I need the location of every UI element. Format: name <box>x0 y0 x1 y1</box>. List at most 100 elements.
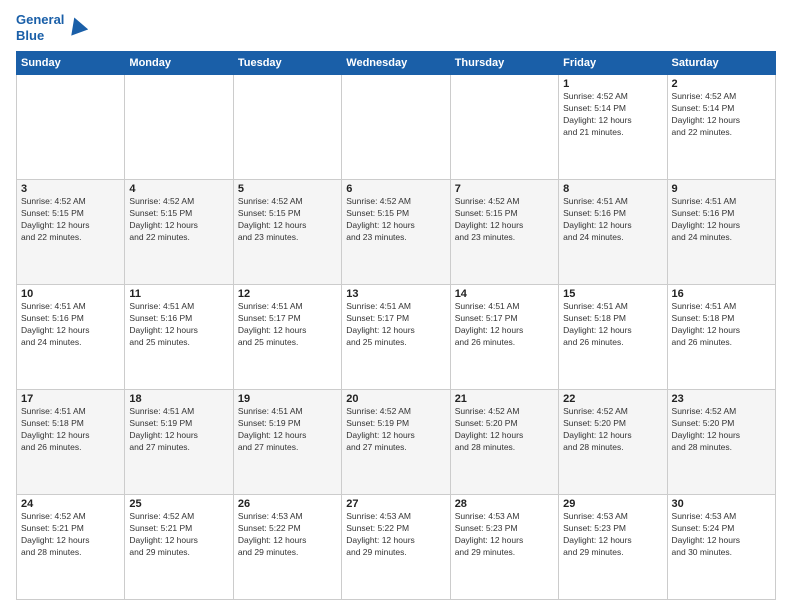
calendar-week-1: 1Sunrise: 4:52 AM Sunset: 5:14 PM Daylig… <box>17 75 776 180</box>
calendar-cell: 4Sunrise: 4:52 AM Sunset: 5:15 PM Daylig… <box>125 180 233 285</box>
weekday-header-row: SundayMondayTuesdayWednesdayThursdayFrid… <box>17 52 776 75</box>
day-info: Sunrise: 4:52 AM Sunset: 5:14 PM Dayligh… <box>672 91 771 139</box>
day-number: 24 <box>21 498 120 510</box>
day-info: Sunrise: 4:53 AM Sunset: 5:22 PM Dayligh… <box>346 511 445 559</box>
weekday-header-friday: Friday <box>559 52 667 75</box>
day-info: Sunrise: 4:51 AM Sunset: 5:18 PM Dayligh… <box>21 406 120 454</box>
calendar-cell: 19Sunrise: 4:51 AM Sunset: 5:19 PM Dayli… <box>233 390 341 495</box>
day-info: Sunrise: 4:51 AM Sunset: 5:17 PM Dayligh… <box>238 301 337 349</box>
day-number: 7 <box>455 183 554 195</box>
calendar-cell: 24Sunrise: 4:52 AM Sunset: 5:21 PM Dayli… <box>17 495 125 600</box>
calendar-table: SundayMondayTuesdayWednesdayThursdayFrid… <box>16 51 776 600</box>
day-number: 2 <box>672 78 771 90</box>
day-info: Sunrise: 4:52 AM Sunset: 5:15 PM Dayligh… <box>129 196 228 244</box>
day-info: Sunrise: 4:51 AM Sunset: 5:18 PM Dayligh… <box>672 301 771 349</box>
calendar-cell: 3Sunrise: 4:52 AM Sunset: 5:15 PM Daylig… <box>17 180 125 285</box>
day-number: 9 <box>672 183 771 195</box>
calendar-cell: 18Sunrise: 4:51 AM Sunset: 5:19 PM Dayli… <box>125 390 233 495</box>
day-number: 22 <box>563 393 662 405</box>
day-info: Sunrise: 4:51 AM Sunset: 5:19 PM Dayligh… <box>238 406 337 454</box>
calendar-cell: 29Sunrise: 4:53 AM Sunset: 5:23 PM Dayli… <box>559 495 667 600</box>
day-number: 6 <box>346 183 445 195</box>
day-info: Sunrise: 4:51 AM Sunset: 5:16 PM Dayligh… <box>21 301 120 349</box>
day-info: Sunrise: 4:52 AM Sunset: 5:15 PM Dayligh… <box>21 196 120 244</box>
day-info: Sunrise: 4:52 AM Sunset: 5:20 PM Dayligh… <box>455 406 554 454</box>
calendar-cell: 26Sunrise: 4:53 AM Sunset: 5:22 PM Dayli… <box>233 495 341 600</box>
calendar-cell: 23Sunrise: 4:52 AM Sunset: 5:20 PM Dayli… <box>667 390 775 495</box>
day-info: Sunrise: 4:53 AM Sunset: 5:22 PM Dayligh… <box>238 511 337 559</box>
day-info: Sunrise: 4:52 AM Sunset: 5:15 PM Dayligh… <box>346 196 445 244</box>
day-info: Sunrise: 4:52 AM Sunset: 5:20 PM Dayligh… <box>672 406 771 454</box>
calendar-cell <box>342 75 450 180</box>
day-number: 12 <box>238 288 337 300</box>
calendar-week-4: 17Sunrise: 4:51 AM Sunset: 5:18 PM Dayli… <box>17 390 776 495</box>
calendar-cell: 13Sunrise: 4:51 AM Sunset: 5:17 PM Dayli… <box>342 285 450 390</box>
day-number: 17 <box>21 393 120 405</box>
calendar-cell: 25Sunrise: 4:52 AM Sunset: 5:21 PM Dayli… <box>125 495 233 600</box>
calendar-cell <box>17 75 125 180</box>
day-number: 30 <box>672 498 771 510</box>
weekday-header-sunday: Sunday <box>17 52 125 75</box>
day-number: 10 <box>21 288 120 300</box>
calendar-cell: 28Sunrise: 4:53 AM Sunset: 5:23 PM Dayli… <box>450 495 558 600</box>
day-number: 4 <box>129 183 228 195</box>
calendar-cell: 1Sunrise: 4:52 AM Sunset: 5:14 PM Daylig… <box>559 75 667 180</box>
day-number: 1 <box>563 78 662 90</box>
day-info: Sunrise: 4:51 AM Sunset: 5:16 PM Dayligh… <box>672 196 771 244</box>
day-info: Sunrise: 4:52 AM Sunset: 5:21 PM Dayligh… <box>129 511 228 559</box>
day-number: 28 <box>455 498 554 510</box>
day-info: Sunrise: 4:51 AM Sunset: 5:18 PM Dayligh… <box>563 301 662 349</box>
calendar-cell: 27Sunrise: 4:53 AM Sunset: 5:22 PM Dayli… <box>342 495 450 600</box>
day-number: 18 <box>129 393 228 405</box>
calendar-cell <box>125 75 233 180</box>
calendar-cell <box>450 75 558 180</box>
calendar-cell: 5Sunrise: 4:52 AM Sunset: 5:15 PM Daylig… <box>233 180 341 285</box>
calendar-week-2: 3Sunrise: 4:52 AM Sunset: 5:15 PM Daylig… <box>17 180 776 285</box>
day-info: Sunrise: 4:53 AM Sunset: 5:23 PM Dayligh… <box>563 511 662 559</box>
day-info: Sunrise: 4:53 AM Sunset: 5:24 PM Dayligh… <box>672 511 771 559</box>
day-info: Sunrise: 4:52 AM Sunset: 5:14 PM Dayligh… <box>563 91 662 139</box>
calendar-week-5: 24Sunrise: 4:52 AM Sunset: 5:21 PM Dayli… <box>17 495 776 600</box>
day-number: 15 <box>563 288 662 300</box>
day-info: Sunrise: 4:51 AM Sunset: 5:16 PM Dayligh… <box>129 301 228 349</box>
calendar-cell: 15Sunrise: 4:51 AM Sunset: 5:18 PM Dayli… <box>559 285 667 390</box>
day-info: Sunrise: 4:52 AM Sunset: 5:20 PM Dayligh… <box>563 406 662 454</box>
weekday-header-monday: Monday <box>125 52 233 75</box>
day-number: 14 <box>455 288 554 300</box>
day-number: 13 <box>346 288 445 300</box>
day-info: Sunrise: 4:52 AM Sunset: 5:21 PM Dayligh… <box>21 511 120 559</box>
calendar-cell: 14Sunrise: 4:51 AM Sunset: 5:17 PM Dayli… <box>450 285 558 390</box>
weekday-header-wednesday: Wednesday <box>342 52 450 75</box>
calendar-cell: 22Sunrise: 4:52 AM Sunset: 5:20 PM Dayli… <box>559 390 667 495</box>
weekday-header-thursday: Thursday <box>450 52 558 75</box>
day-info: Sunrise: 4:52 AM Sunset: 5:19 PM Dayligh… <box>346 406 445 454</box>
calendar-cell: 2Sunrise: 4:52 AM Sunset: 5:14 PM Daylig… <box>667 75 775 180</box>
logo-icon <box>66 15 88 37</box>
logo: General Blue <box>16 12 88 43</box>
header: General Blue <box>16 12 776 43</box>
day-number: 8 <box>563 183 662 195</box>
day-number: 25 <box>129 498 228 510</box>
day-number: 27 <box>346 498 445 510</box>
day-number: 29 <box>563 498 662 510</box>
calendar-cell <box>233 75 341 180</box>
day-info: Sunrise: 4:53 AM Sunset: 5:23 PM Dayligh… <box>455 511 554 559</box>
weekday-header-saturday: Saturday <box>667 52 775 75</box>
logo-text: General Blue <box>16 12 64 43</box>
day-number: 11 <box>129 288 228 300</box>
page: General Blue SundayMondayTuesdayWednesda… <box>0 0 792 612</box>
day-number: 23 <box>672 393 771 405</box>
day-info: Sunrise: 4:52 AM Sunset: 5:15 PM Dayligh… <box>455 196 554 244</box>
calendar-cell: 12Sunrise: 4:51 AM Sunset: 5:17 PM Dayli… <box>233 285 341 390</box>
calendar-cell: 17Sunrise: 4:51 AM Sunset: 5:18 PM Dayli… <box>17 390 125 495</box>
calendar-cell: 7Sunrise: 4:52 AM Sunset: 5:15 PM Daylig… <box>450 180 558 285</box>
calendar-cell: 30Sunrise: 4:53 AM Sunset: 5:24 PM Dayli… <box>667 495 775 600</box>
day-number: 19 <box>238 393 337 405</box>
day-info: Sunrise: 4:51 AM Sunset: 5:17 PM Dayligh… <box>346 301 445 349</box>
day-number: 20 <box>346 393 445 405</box>
calendar-cell: 20Sunrise: 4:52 AM Sunset: 5:19 PM Dayli… <box>342 390 450 495</box>
day-number: 26 <box>238 498 337 510</box>
calendar-cell: 21Sunrise: 4:52 AM Sunset: 5:20 PM Dayli… <box>450 390 558 495</box>
day-number: 21 <box>455 393 554 405</box>
calendar-cell: 11Sunrise: 4:51 AM Sunset: 5:16 PM Dayli… <box>125 285 233 390</box>
